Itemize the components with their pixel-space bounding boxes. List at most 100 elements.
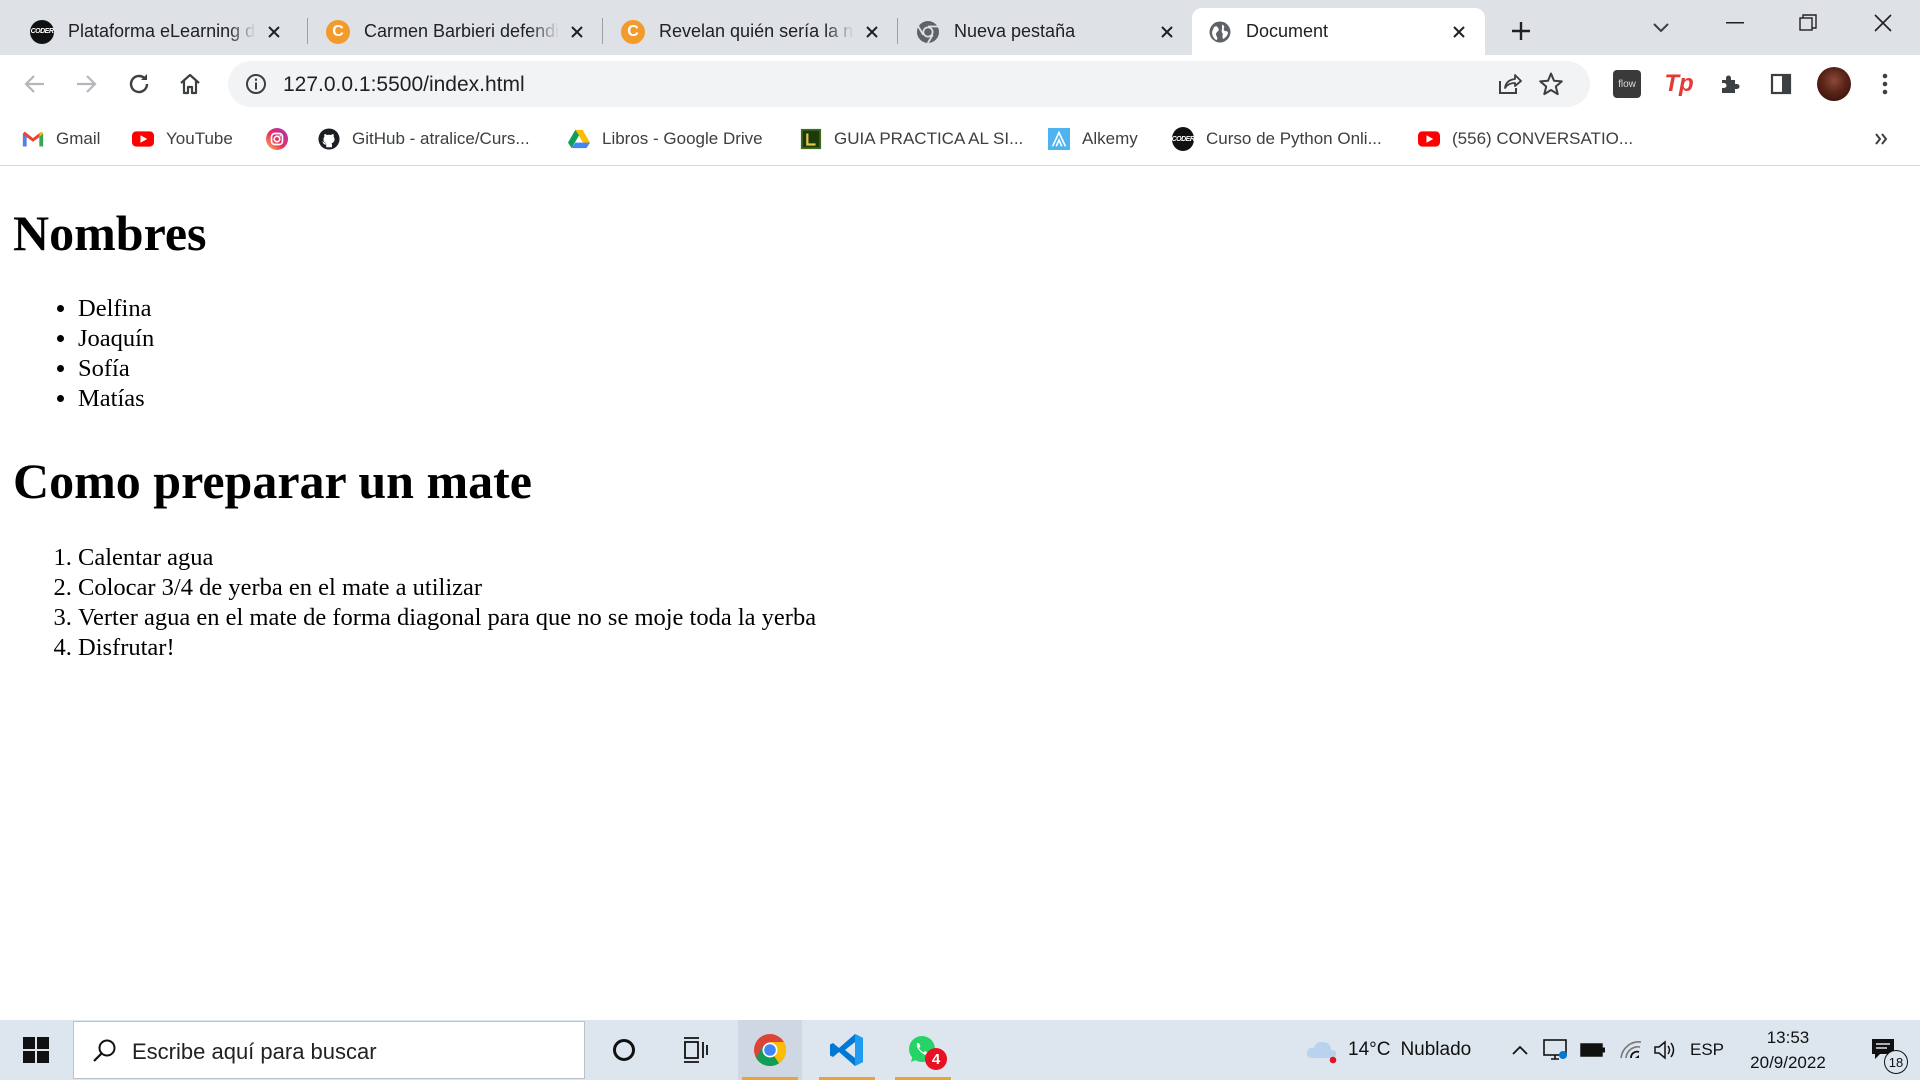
notification-badge: 4 xyxy=(925,1048,947,1070)
side-panel-button[interactable] xyxy=(1762,65,1800,103)
chrome-icon xyxy=(916,20,940,44)
heading-mate: Como preparar un mate xyxy=(13,453,532,509)
url-text[interactable]: 127.0.0.1:5500/index.html xyxy=(283,73,525,97)
windows-taskbar: Escribe aquí para buscar 4 14°C Nublado xyxy=(0,1020,1920,1080)
more-vertical-icon xyxy=(1882,73,1888,95)
info-icon[interactable] xyxy=(244,72,268,101)
bookmark-label: Libros - Google Drive xyxy=(602,129,763,148)
clock[interactable]: 13:53 20/9/2022 xyxy=(1738,1020,1838,1080)
flow-extension-icon: flow xyxy=(1613,70,1641,98)
tp-extension-icon: Tp xyxy=(1664,70,1694,97)
share-icon[interactable] xyxy=(1496,71,1522,102)
search-placeholder: Escribe aquí para buscar xyxy=(132,1039,377,1064)
close-icon[interactable] xyxy=(565,20,589,44)
bookmark-label: Alkemy xyxy=(1082,129,1138,148)
list-item: Delfina xyxy=(78,294,154,324)
list-item: Sofía xyxy=(78,354,154,384)
notifications-button[interactable]: 18 xyxy=(1862,1020,1908,1080)
close-icon[interactable] xyxy=(860,20,884,44)
extensions-button[interactable] xyxy=(1711,65,1749,103)
monitor-icon xyxy=(1543,1039,1567,1060)
bookmark-curso-python[interactable]: CODER Curso de Python Onli... xyxy=(1171,125,1382,153)
weather-temp: 14°C xyxy=(1348,1039,1391,1060)
forward-button[interactable] xyxy=(67,65,105,103)
profile-button[interactable] xyxy=(1815,65,1853,103)
tab-document[interactable]: Document xyxy=(1192,8,1485,55)
back-button[interactable] xyxy=(16,65,54,103)
reload-button[interactable] xyxy=(120,65,158,103)
speaker-icon xyxy=(1654,1040,1675,1060)
cortana-icon xyxy=(613,1039,635,1061)
new-tab-button[interactable] xyxy=(1505,15,1537,47)
bookmark-star-icon[interactable] xyxy=(1538,71,1564,102)
bookmark-label: YouTube xyxy=(166,129,233,148)
more-bookmarks-button[interactable] xyxy=(1874,125,1888,153)
meet-now-tray[interactable] xyxy=(1541,1020,1571,1080)
bookmark-guia-practica[interactable]: GUIA PRACTICA AL SI... xyxy=(800,125,1023,153)
bookmark-google-drive[interactable]: Libros - Google Drive xyxy=(568,125,763,153)
search-icon xyxy=(93,1039,116,1062)
notification-count: 18 xyxy=(1884,1050,1908,1074)
vscode-icon xyxy=(830,1034,863,1066)
weather-icon[interactable] xyxy=(1300,1020,1344,1080)
list-item: Joaquín xyxy=(78,324,154,354)
tab-carmen-barbieri[interactable]: C Carmen Barbieri defendió xyxy=(310,8,603,55)
weather-widget[interactable]: 14°C Nublado xyxy=(1348,1020,1471,1080)
tab-title: Document xyxy=(1246,21,1329,41)
menu-button[interactable] xyxy=(1866,65,1904,103)
volume-tray[interactable] xyxy=(1651,1020,1681,1080)
extension-flow[interactable]: flow xyxy=(1608,65,1646,103)
weather-condition: Nublado xyxy=(1400,1039,1472,1060)
tab-search-button[interactable] xyxy=(1645,12,1677,44)
chrome-icon xyxy=(754,1034,787,1067)
bookmark-alkemy[interactable]: Alkemy xyxy=(1048,125,1138,153)
close-icon[interactable] xyxy=(1155,20,1179,44)
tab-separator xyxy=(307,18,308,44)
bookmark-github[interactable]: GitHub - atralice/Curs... xyxy=(318,125,530,153)
close-icon[interactable] xyxy=(262,20,286,44)
tab-plataforma[interactable]: CODER Plataforma eLearning de xyxy=(14,8,300,55)
close-icon[interactable] xyxy=(1447,20,1471,44)
bookmark-instagram[interactable] xyxy=(266,125,300,153)
bookmark-label: Curso de Python Onli... xyxy=(1206,129,1382,148)
list-item: Colocar 3/4 de yerba en el mate a utiliz… xyxy=(78,573,816,603)
task-view-icon xyxy=(684,1037,708,1063)
start-button[interactable] xyxy=(0,1020,72,1080)
taskbar-whatsapp[interactable]: 4 xyxy=(891,1020,955,1080)
bookmark-youtube[interactable]: YouTube xyxy=(132,125,233,153)
close-window-button[interactable] xyxy=(1853,0,1913,46)
tab-revelan[interactable]: C Revelan quién sería la nu xyxy=(605,8,898,55)
taskbar-vscode[interactable] xyxy=(815,1020,879,1080)
tab-title: Plataforma eLearning de xyxy=(68,21,256,41)
c-logo-icon: C xyxy=(326,19,350,44)
address-bar[interactable]: 127.0.0.1:5500/index.html xyxy=(228,61,1590,107)
taskbar-search-box[interactable]: Escribe aquí para buscar xyxy=(73,1021,585,1079)
battery-tray[interactable] xyxy=(1578,1020,1608,1080)
close-icon xyxy=(1874,14,1892,32)
bookmark-conversation[interactable]: (556) CONVERSATIO... xyxy=(1418,125,1633,153)
show-hidden-icons-button[interactable] xyxy=(1507,1020,1533,1080)
extension-tp[interactable]: Tp xyxy=(1660,65,1698,103)
tab-nueva-pestana[interactable]: Nueva pestaña xyxy=(900,8,1193,55)
minimize-button[interactable] xyxy=(1705,0,1765,46)
browser-toolbar: 127.0.0.1:5500/index.html flow Tp xyxy=(0,55,1920,113)
globe-icon xyxy=(1208,20,1232,44)
bookmark-label: Gmail xyxy=(56,129,101,148)
taskbar-chrome[interactable] xyxy=(738,1020,802,1080)
home-button[interactable] xyxy=(171,65,209,103)
list-item: Matías xyxy=(78,384,154,414)
google-drive-icon xyxy=(568,128,590,150)
language-indicator[interactable]: ESP xyxy=(1690,1020,1724,1080)
bookmark-label: GitHub - atralice/Curs... xyxy=(352,129,530,148)
tab-strip: CODER Plataforma eLearning de C Carmen B… xyxy=(0,0,1920,55)
bookmark-gmail[interactable]: Gmail xyxy=(22,125,100,153)
instagram-icon xyxy=(266,128,288,150)
wifi-tray[interactable] xyxy=(1616,1020,1646,1080)
restore-button[interactable] xyxy=(1778,0,1838,46)
home-icon xyxy=(180,73,200,95)
side-panel-icon xyxy=(1770,73,1792,95)
chevron-up-icon xyxy=(1512,1045,1528,1055)
youtube-icon xyxy=(132,128,154,150)
task-view-button[interactable] xyxy=(664,1020,728,1080)
cortana-button[interactable] xyxy=(592,1020,656,1080)
